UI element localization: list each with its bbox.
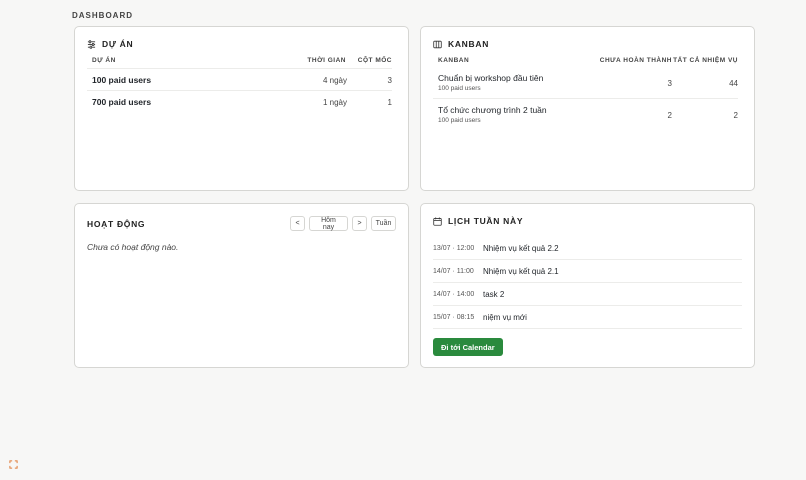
week-card-title: LỊCH TUẦN NÀY	[448, 216, 524, 226]
event-time: 13/07 · 12:00	[433, 244, 475, 252]
kanban-board-icon	[433, 40, 442, 48]
list-item[interactable]: 14/07 · 14:00 task 2	[433, 283, 742, 306]
list-item[interactable]: 15/07 · 08:15 niệm vụ mới	[433, 306, 742, 329]
table-row[interactable]: 700 paid users 1 ngày 1	[87, 90, 392, 111]
expand-icon[interactable]	[9, 460, 18, 469]
kanban-card-title: KANBAN	[448, 39, 490, 49]
kanban-board-project: 100 paid users	[438, 85, 481, 92]
projects-card-header: DỰ ÁN	[87, 39, 133, 49]
projects-card: DỰ ÁN DỰ ÁN THỜI GIAN CỘT MỐC 100 paid u…	[74, 26, 409, 191]
today-button[interactable]: Hôm nay	[309, 216, 348, 231]
activity-card-title: HOẠT ĐỘNG	[87, 219, 146, 229]
kanban-card-header: KANBAN	[433, 39, 489, 49]
kanban-board-name: Tổ chức chương trình 2 tuần	[438, 105, 547, 115]
list-item[interactable]: 13/07 · 12:00 Nhiệm vụ kết quả 2.2	[433, 237, 742, 260]
projects-card-title: DỰ ÁN	[102, 39, 134, 49]
calendar-icon	[433, 216, 442, 226]
activity-card: HOẠT ĐỘNG < Hôm nay > Tuần Chưa có hoạt …	[74, 203, 409, 368]
event-title: task 2	[483, 289, 505, 299]
kanban-total: 44	[729, 79, 738, 88]
activity-nav: < Hôm nay > Tuần	[290, 216, 396, 231]
event-title: Nhiệm vụ kết quả 2.2	[483, 243, 559, 253]
project-milestones: 1	[387, 98, 392, 107]
kanban-incomplete: 2	[667, 111, 672, 120]
go-to-calendar-button[interactable]: Đi tới Calendar	[433, 338, 503, 356]
table-row[interactable]: Chuẩn bị workshop đầu tiên 100 paid user…	[433, 67, 738, 98]
event-title: niệm vụ mới	[483, 312, 527, 322]
kanban-board-name: Chuẩn bị workshop đầu tiên	[438, 73, 544, 83]
event-time: 15/07 · 08:15	[433, 313, 475, 321]
event-time: 14/07 · 14:00	[433, 290, 475, 298]
week-card-header: LỊCH TUẦN NÀY	[433, 216, 523, 226]
projects-col-milestones: CỘT MỐC	[357, 57, 392, 64]
project-time: 4 ngày	[322, 76, 347, 85]
kanban-card: KANBAN KANBAN CHƯA HOÀN THÀNH TẤT CẢ NHI…	[420, 26, 755, 191]
kanban-incomplete: 3	[667, 79, 672, 88]
kanban-col-name: KANBAN	[438, 57, 470, 64]
sliders-icon	[87, 39, 96, 49]
table-row[interactable]: 100 paid users 4 ngày 3	[87, 68, 392, 89]
table-row[interactable]: Tổ chức chương trình 2 tuần 100 paid use…	[433, 98, 738, 129]
kanban-col-incomplete: CHƯA HOÀN THÀNH	[599, 57, 672, 64]
projects-col-time: THỜI GIAN	[307, 57, 346, 64]
projects-col-name: DỰ ÁN	[92, 57, 116, 64]
kanban-col-total: TẤT CẢ NHIỆM VỤ	[673, 57, 738, 64]
kanban-total: 2	[733, 111, 738, 120]
page-title: DASHBOARD	[72, 11, 133, 20]
project-milestones: 3	[387, 76, 392, 85]
kanban-board-project: 100 paid users	[438, 117, 481, 124]
range-week-button[interactable]: Tuần	[371, 216, 396, 231]
week-schedule-card: LỊCH TUẦN NÀY 13/07 · 12:00 Nhiệm vụ kết…	[420, 203, 755, 368]
project-name: 100 paid users	[92, 75, 152, 85]
project-name: 700 paid users	[92, 97, 152, 107]
activity-card-header: HOẠT ĐỘNG	[87, 219, 145, 229]
event-title: Nhiệm vụ kết quả 2.1	[483, 266, 559, 276]
activity-empty-state: Chưa có hoạt động nào.	[87, 242, 179, 252]
project-time: 1 ngày	[322, 98, 347, 107]
event-time: 14/07 · 11:00	[433, 267, 474, 275]
prev-button[interactable]: <	[290, 216, 305, 231]
list-item[interactable]: 14/07 · 11:00 Nhiệm vụ kết quả 2.1	[433, 260, 742, 283]
next-button[interactable]: >	[352, 216, 367, 231]
